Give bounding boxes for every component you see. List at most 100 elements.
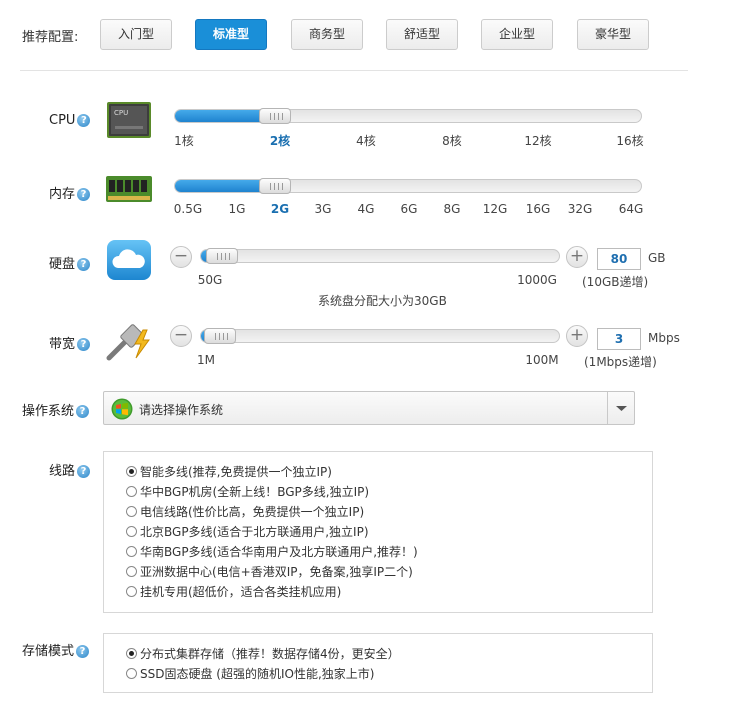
disk-unit: GB bbox=[648, 251, 666, 265]
cpu-chip-icon: CPU bbox=[105, 100, 153, 140]
slider-tick-label[interactable]: 64G bbox=[611, 202, 651, 216]
slider-tick-label[interactable]: 1核 bbox=[164, 132, 204, 149]
line-option[interactable]: 亚洲数据中心(电信+香港双IP，免备案,独享IP二个) bbox=[126, 562, 418, 582]
slider-tick-label[interactable]: 6G bbox=[389, 202, 429, 216]
slider-tick-label[interactable]: 4G bbox=[346, 202, 386, 216]
slider-tick-label[interactable]: 12G bbox=[475, 202, 515, 216]
slider-tick-label[interactable]: 16核 bbox=[610, 132, 650, 149]
slider-tick-label[interactable]: 3G bbox=[303, 202, 343, 216]
bandwidth-minus-button[interactable]: − bbox=[170, 325, 192, 347]
slider-tick-label[interactable]: 2G bbox=[260, 202, 300, 216]
storage-option[interactable]: SSD固态硬盘 (超强的随机IO性能,独家上市) bbox=[126, 664, 400, 684]
slider-tick-label[interactable]: 16G bbox=[518, 202, 558, 216]
storage-option-label: SSD固态硬盘 (超强的随机IO性能,独家上市) bbox=[140, 667, 375, 681]
storage-options-list: 分布式集群存储（推荐！数据存储4份，更安全） SSD固态硬盘 (超强的随机IO性能… bbox=[126, 644, 400, 684]
memory-label: 内存? bbox=[49, 183, 91, 202]
bandwidth-min-label: 1M bbox=[197, 353, 215, 367]
storage-options-box: 分布式集群存储（推荐！数据存储4份，更安全） SSD固态硬盘 (超强的随机IO性能… bbox=[103, 633, 653, 693]
cpu-slider-handle[interactable] bbox=[259, 108, 291, 124]
bandwidth-unit: Mbps bbox=[648, 331, 680, 345]
bandwidth-max-label: 100M bbox=[525, 353, 559, 367]
preset-button[interactable]: 标准型 bbox=[195, 19, 267, 50]
preset-button[interactable]: 入门型 bbox=[100, 19, 172, 50]
os-select-value: 请选择操作系统 bbox=[139, 403, 224, 417]
storage-label: 存储模式? bbox=[22, 640, 90, 659]
os-label-text: 操作系统 bbox=[22, 404, 75, 419]
line-option[interactable]: 挂机专用(超低价，适合各类挂机应用) bbox=[126, 582, 418, 602]
help-icon[interactable]: ? bbox=[76, 405, 90, 418]
help-icon[interactable]: ? bbox=[77, 338, 91, 351]
radio-button[interactable] bbox=[126, 668, 137, 679]
network-cable-icon bbox=[105, 320, 153, 362]
preset-button[interactable]: 舒适型 bbox=[386, 19, 458, 50]
line-options-list: 智能多线(推荐,免费提供一个独立IP) 华中BGP机房(全新上线！BGP多线,独立… bbox=[126, 462, 418, 602]
line-option-label: 智能多线(推荐,免费提供一个独立IP) bbox=[140, 465, 332, 479]
preset-button[interactable]: 豪华型 bbox=[577, 19, 649, 50]
slider-tick-label[interactable]: 4核 bbox=[346, 132, 386, 149]
line-option-label: 亚洲数据中心(电信+香港双IP，免备案,独享IP二个) bbox=[140, 565, 413, 579]
cloud-disk-icon bbox=[105, 238, 153, 282]
storage-option-label: 分布式集群存储（推荐！数据存储4份，更安全） bbox=[140, 647, 400, 661]
memory-slider-track[interactable] bbox=[174, 179, 642, 193]
help-icon[interactable]: ? bbox=[77, 258, 91, 271]
help-icon[interactable]: ? bbox=[76, 645, 90, 658]
line-option-label: 电信线路(性价比高，免费提供一个独立IP) bbox=[140, 505, 365, 519]
preset-button[interactable]: 企业型 bbox=[481, 19, 553, 50]
disk-size-input[interactable]: 80 bbox=[597, 248, 641, 270]
bandwidth-input[interactable]: 3 bbox=[597, 328, 641, 350]
radio-button[interactable] bbox=[126, 648, 137, 659]
line-options-box: 智能多线(推荐,免费提供一个独立IP) 华中BGP机房(全新上线！BGP多线,独立… bbox=[103, 451, 653, 613]
line-option-label: 北京BGP多线(适合于北方联通用户,独立IP) bbox=[140, 525, 369, 539]
disk-slider-track[interactable] bbox=[200, 249, 560, 263]
slider-tick-label[interactable]: 2核 bbox=[260, 132, 300, 149]
line-option[interactable]: 华南BGP多线(适合华南用户及北方联通用户,推荐！) bbox=[126, 542, 418, 562]
disk-minus-button[interactable]: − bbox=[170, 246, 192, 268]
cpu-label: CPU? bbox=[49, 113, 91, 128]
cpu-slider-track[interactable] bbox=[174, 109, 642, 123]
radio-button[interactable] bbox=[126, 466, 137, 477]
radio-button[interactable] bbox=[126, 526, 137, 537]
radio-button[interactable] bbox=[126, 566, 137, 577]
windows-logo-icon bbox=[111, 398, 133, 423]
line-option-label: 挂机专用(超低价，适合各类挂机应用) bbox=[140, 585, 342, 599]
disk-plus-button[interactable]: + bbox=[566, 246, 588, 268]
bandwidth-slider-handle[interactable] bbox=[204, 328, 236, 344]
os-select[interactable]: 请选择操作系统 bbox=[103, 391, 635, 425]
memory-slider-handle[interactable] bbox=[259, 178, 291, 194]
slider-tick-label[interactable]: 8核 bbox=[432, 132, 472, 149]
slider-tick-label[interactable]: 8G bbox=[432, 202, 472, 216]
chevron-down-icon[interactable] bbox=[607, 392, 634, 424]
radio-button[interactable] bbox=[126, 546, 137, 557]
bandwidth-slider-track[interactable] bbox=[200, 329, 560, 343]
cpu-label-text: CPU bbox=[49, 113, 76, 128]
help-icon[interactable]: ? bbox=[77, 465, 91, 478]
bandwidth-plus-button[interactable]: + bbox=[566, 325, 588, 347]
line-label: 线路? bbox=[49, 460, 91, 479]
line-option[interactable]: 北京BGP多线(适合于北方联通用户,独立IP) bbox=[126, 522, 418, 542]
disk-slider-handle[interactable] bbox=[206, 248, 238, 264]
slider-tick-label[interactable]: 1G bbox=[217, 202, 257, 216]
storage-option[interactable]: 分布式集群存储（推荐！数据存储4份，更安全） bbox=[126, 644, 400, 664]
radio-button[interactable] bbox=[126, 586, 137, 597]
memory-module-icon bbox=[105, 172, 153, 208]
line-option[interactable]: 电信线路(性价比高，免费提供一个独立IP) bbox=[126, 502, 418, 522]
disk-min-label: 50G bbox=[197, 273, 223, 287]
slider-tick-label[interactable]: 0.5G bbox=[168, 202, 208, 216]
os-label: 操作系统? bbox=[22, 400, 90, 419]
line-option-label: 华中BGP机房(全新上线！BGP多线,独立IP) bbox=[140, 485, 370, 499]
memory-label-text: 内存 bbox=[49, 187, 76, 202]
radio-button[interactable] bbox=[126, 486, 137, 497]
svg-text:CPU: CPU bbox=[114, 109, 128, 117]
divider bbox=[20, 70, 688, 71]
help-icon[interactable]: ? bbox=[77, 188, 91, 201]
line-option[interactable]: 智能多线(推荐,免费提供一个独立IP) bbox=[126, 462, 418, 482]
help-icon[interactable]: ? bbox=[77, 114, 91, 127]
disk-max-label: 1000G bbox=[517, 273, 557, 287]
slider-tick-label[interactable]: 32G bbox=[560, 202, 600, 216]
slider-tick-label[interactable]: 12核 bbox=[518, 132, 558, 149]
storage-label-text: 存储模式 bbox=[22, 644, 75, 659]
bandwidth-label: 带宽? bbox=[49, 333, 91, 352]
preset-button[interactable]: 商务型 bbox=[291, 19, 363, 50]
line-option[interactable]: 华中BGP机房(全新上线！BGP多线,独立IP) bbox=[126, 482, 418, 502]
radio-button[interactable] bbox=[126, 506, 137, 517]
